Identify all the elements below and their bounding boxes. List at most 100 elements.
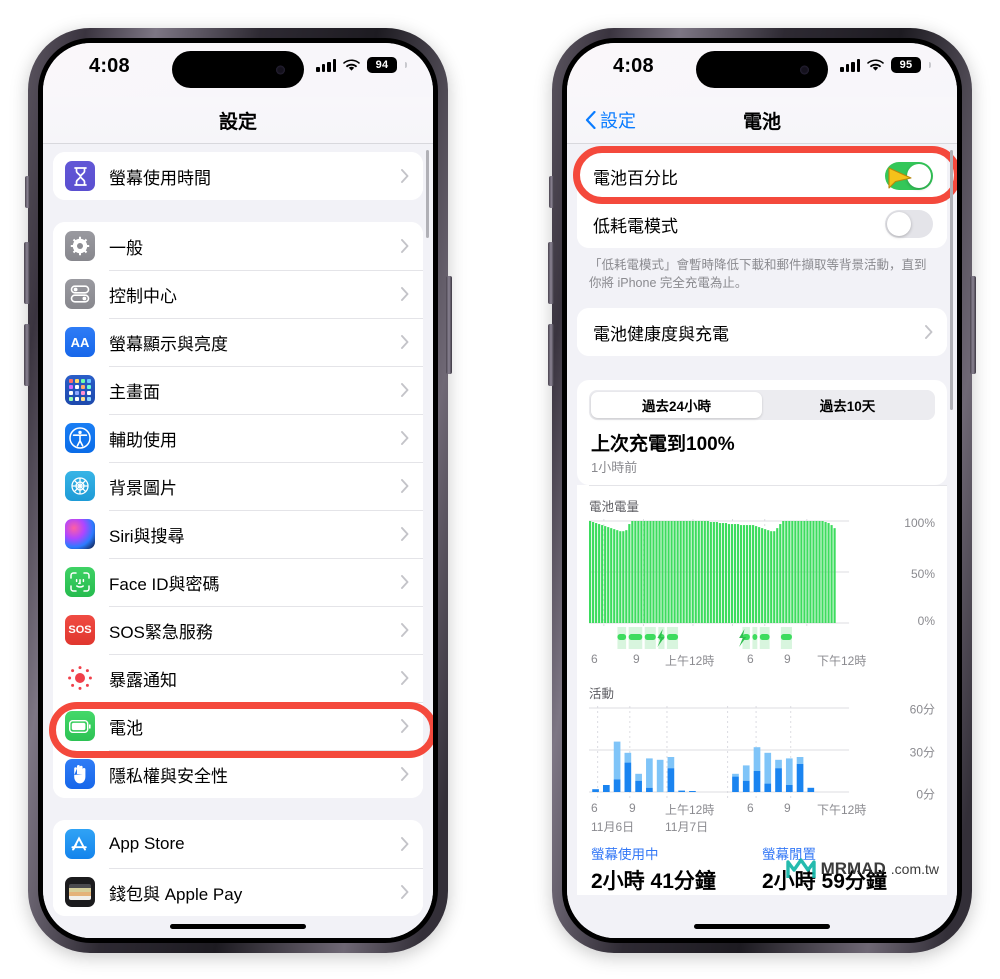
battery-settings-content[interactable]: 電池百分比 低耗電模式 「低耗電模式」會暫時降低下載和郵件擷取等背景活動，直到你… xyxy=(567,144,957,938)
xtick-label: 上午12時 xyxy=(665,654,715,669)
tab-last-24-hours[interactable]: 過去24小時 xyxy=(591,392,762,419)
ytick-label: 50% xyxy=(910,567,935,582)
scrollbar-thumb[interactable] xyxy=(949,150,953,410)
sidebar-item-home-screen[interactable]: 主畫面 xyxy=(53,366,423,414)
sidebar-item-wallpaper[interactable]: 背景圖片 xyxy=(53,462,423,510)
xtick-label: 9 xyxy=(784,652,791,667)
mute-switch[interactable] xyxy=(549,176,554,208)
sidebar-item-label: 隱私權與安全性 xyxy=(109,766,228,786)
settings-list[interactable]: 螢幕使用時間 一般 控制中心 AA 螢幕顯示與亮度 主畫面 輔助使用 背景圖片 … xyxy=(43,144,433,938)
status-bar-left: 4:08 94 xyxy=(43,43,433,97)
charging-marks-row xyxy=(589,627,935,650)
sidebar-item-label: SOS緊急服務 xyxy=(109,622,213,642)
xtick-label: 6 xyxy=(591,801,598,816)
power-button[interactable] xyxy=(970,276,976,374)
mute-switch[interactable] xyxy=(25,176,30,208)
xtick-label: 6 xyxy=(747,801,754,816)
sidebar-item-battery[interactable]: 電池 xyxy=(53,702,423,750)
status-indicators: 94 xyxy=(316,57,407,73)
settings-group-main: 一般 控制中心 AA 螢幕顯示與亮度 主畫面 輔助使用 背景圖片 Siri與搜尋… xyxy=(53,222,423,798)
sidebar-item-label: 主畫面 xyxy=(109,382,160,402)
grid-dots xyxy=(69,379,91,401)
charging-marks-svg xyxy=(617,627,792,650)
sidebar-item-exposure-notifications[interactable]: 暴露通知 xyxy=(53,654,423,702)
low-power-mode-description: 「低耗電模式」會暫時降低下載和郵件擷取等背景活動，直到你將 iPhone 完全充… xyxy=(589,258,927,291)
sidebar-item-emergency-sos[interactable]: SOS SOS緊急服務 xyxy=(53,606,423,654)
watermark: MRMAD .com.tw xyxy=(785,858,939,880)
battery-level-section: 電池電量 100% 50% 0% 6 9 上午12時 6 9 下午12時 活動 … xyxy=(577,486,947,896)
screen-left: 4:08 94 設定 螢幕使用時間 一般 控制中心 AA 螢幕顯示與亮度 主畫面… xyxy=(43,43,433,938)
battery-icon xyxy=(65,711,95,741)
xtick-label: 上午12時 xyxy=(665,803,715,818)
xtick-label: 下午12時 xyxy=(817,654,867,669)
wifi-icon xyxy=(343,58,360,71)
chevron-right-icon xyxy=(401,383,409,397)
power-button[interactable] xyxy=(446,276,452,374)
dynamic-island xyxy=(172,51,304,88)
xtick-label: 6 xyxy=(747,652,754,667)
battery-nub xyxy=(929,62,931,68)
siri-orb-icon xyxy=(65,519,95,549)
ytick-label: 100% xyxy=(904,516,935,531)
wallpaper-icon xyxy=(65,471,95,501)
chevron-right-icon xyxy=(401,431,409,445)
volume-up-button[interactable] xyxy=(24,242,30,304)
sidebar-item-general[interactable]: 一般 xyxy=(53,222,423,270)
sidebar-item-label: 控制中心 xyxy=(109,286,177,306)
setting-label: 電池百分比 xyxy=(593,168,678,188)
tab-last-10-days[interactable]: 過去10天 xyxy=(762,392,933,418)
face-id-icon xyxy=(65,567,95,597)
xtick-label: 6 xyxy=(591,652,598,667)
chart-title: 活動 xyxy=(589,687,615,702)
battery-percentage-toggle[interactable] xyxy=(885,162,933,190)
stat-screen-on: 螢幕使用中 2小時 41分鐘 xyxy=(591,843,762,895)
chevron-right-icon xyxy=(925,325,933,340)
sidebar-item-label: 電池 xyxy=(109,718,143,738)
mrmad-logo-icon xyxy=(785,858,816,878)
sidebar-item-face-id-passcode[interactable]: Face ID與密碼 xyxy=(53,558,423,606)
home-screen-grid-icon xyxy=(65,375,95,405)
sidebar-item-screen-time[interactable]: 螢幕使用時間 xyxy=(53,152,423,200)
sidebar-item-privacy-security[interactable]: 隱私權與安全性 xyxy=(53,750,423,798)
exposure-notification-icon xyxy=(65,663,95,693)
toggle-knob xyxy=(887,212,911,236)
home-indicator xyxy=(694,924,830,929)
back-button[interactable]: 設定 xyxy=(585,107,636,133)
battery-usage-card: 過去24小時 過去10天 上次充電到100% 1小時前 xyxy=(577,380,947,486)
stat-value: 2小時 41分鐘 xyxy=(591,870,716,894)
sidebar-item-accessibility[interactable]: 輔助使用 xyxy=(53,414,423,462)
sidebar-item-siri-search[interactable]: Siri與搜尋 xyxy=(53,510,423,558)
scrollbar-thumb[interactable] xyxy=(425,150,429,238)
volume-up-button[interactable] xyxy=(548,242,554,304)
battery-level-plot: 100% 50% 0% xyxy=(589,516,935,628)
sidebar-item-wallet-apple-pay[interactable]: 錢包與 Apple Pay xyxy=(53,868,423,916)
sidebar-item-app-store[interactable]: App Store xyxy=(53,820,423,868)
sidebar-item-control-center[interactable]: 控制中心 xyxy=(53,270,423,318)
setting-row-battery-health[interactable]: 電池健康度與充電 xyxy=(577,308,947,357)
activity-day-labels: 11月6日 11月7日 xyxy=(589,818,935,835)
volume-down-button[interactable] xyxy=(548,324,554,386)
setting-row-low-power-mode[interactable]: 低耗電模式 xyxy=(577,200,947,248)
ytick-label: 60分 xyxy=(909,702,935,717)
setting-row-battery-percentage[interactable]: 電池百分比 xyxy=(577,152,947,200)
chevron-right-icon xyxy=(401,527,409,541)
battery-nub xyxy=(405,62,407,68)
xtick-label: 下午12時 xyxy=(817,803,867,818)
chevron-left-icon xyxy=(585,111,596,129)
settings-group-screentime: 螢幕使用時間 xyxy=(53,152,423,200)
volume-down-button[interactable] xyxy=(24,324,30,386)
sidebar-item-label: 背景圖片 xyxy=(109,478,177,498)
ytick-label: 0分 xyxy=(916,787,935,802)
xtick-label: 9 xyxy=(784,801,791,816)
time-range-segmented-control[interactable]: 過去24小時 過去10天 xyxy=(589,390,935,421)
sos-icon: SOS xyxy=(65,615,95,645)
low-power-mode-toggle[interactable] xyxy=(885,210,933,238)
sidebar-item-label: 錢包與 Apple Pay xyxy=(109,884,243,904)
sidebar-item-label: Siri與搜尋 xyxy=(109,526,185,546)
xtick-label: 9 xyxy=(633,652,640,667)
front-camera-icon xyxy=(800,65,809,74)
app-store-icon xyxy=(65,829,95,859)
sidebar-item-display-brightness[interactable]: AA 螢幕顯示與亮度 xyxy=(53,318,423,366)
sidebar-item-label: 暴露通知 xyxy=(109,670,177,690)
chart-title: 電池電量 xyxy=(589,500,640,515)
